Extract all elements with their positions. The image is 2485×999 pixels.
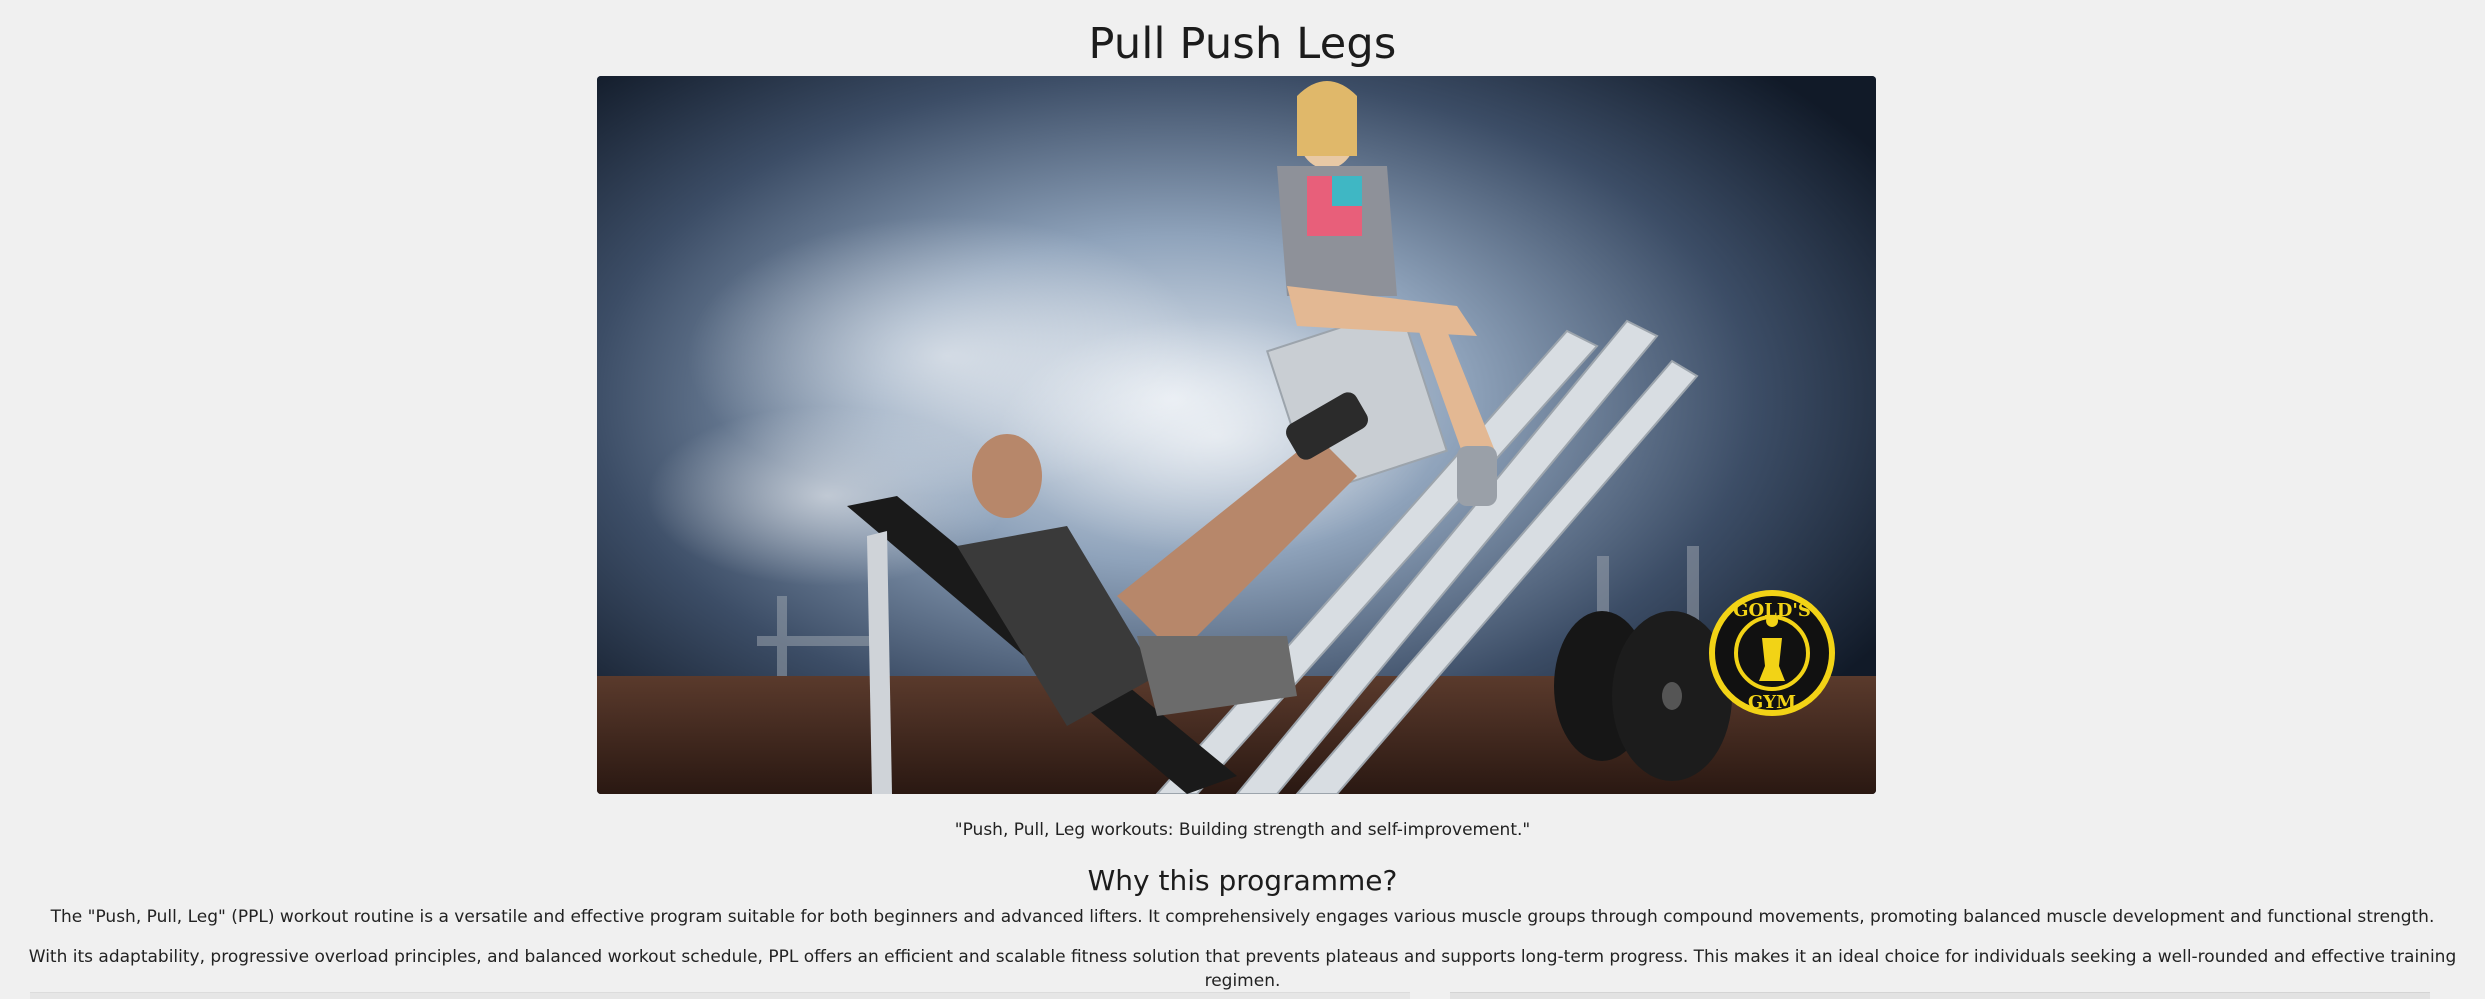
content-panel-edge: [30, 992, 1410, 999]
section-paragraph: The "Push, Pull, Leg" (PPL) workout rout…: [50, 907, 2435, 927]
svg-text:GOLD'S: GOLD'S: [1733, 600, 1811, 621]
content-panel-edge: [1450, 992, 2430, 999]
svg-text:GYM: GYM: [1748, 692, 1796, 713]
page: Pull Push Legs GOLD'S GYM "Push, Pull, L…: [0, 0, 2485, 999]
section-paragraph: With its adaptability, progressive overl…: [28, 947, 2457, 991]
hero-image: GOLD'S GYM: [597, 76, 1876, 794]
hero-caption: "Push, Pull, Leg workouts: Building stre…: [954, 820, 1531, 840]
page-title: Pull Push Legs: [1088, 19, 1397, 69]
section-heading: Why this programme?: [1087, 864, 1398, 897]
golds-gym-logo-icon: GOLD'S GYM: [1709, 590, 1835, 716]
